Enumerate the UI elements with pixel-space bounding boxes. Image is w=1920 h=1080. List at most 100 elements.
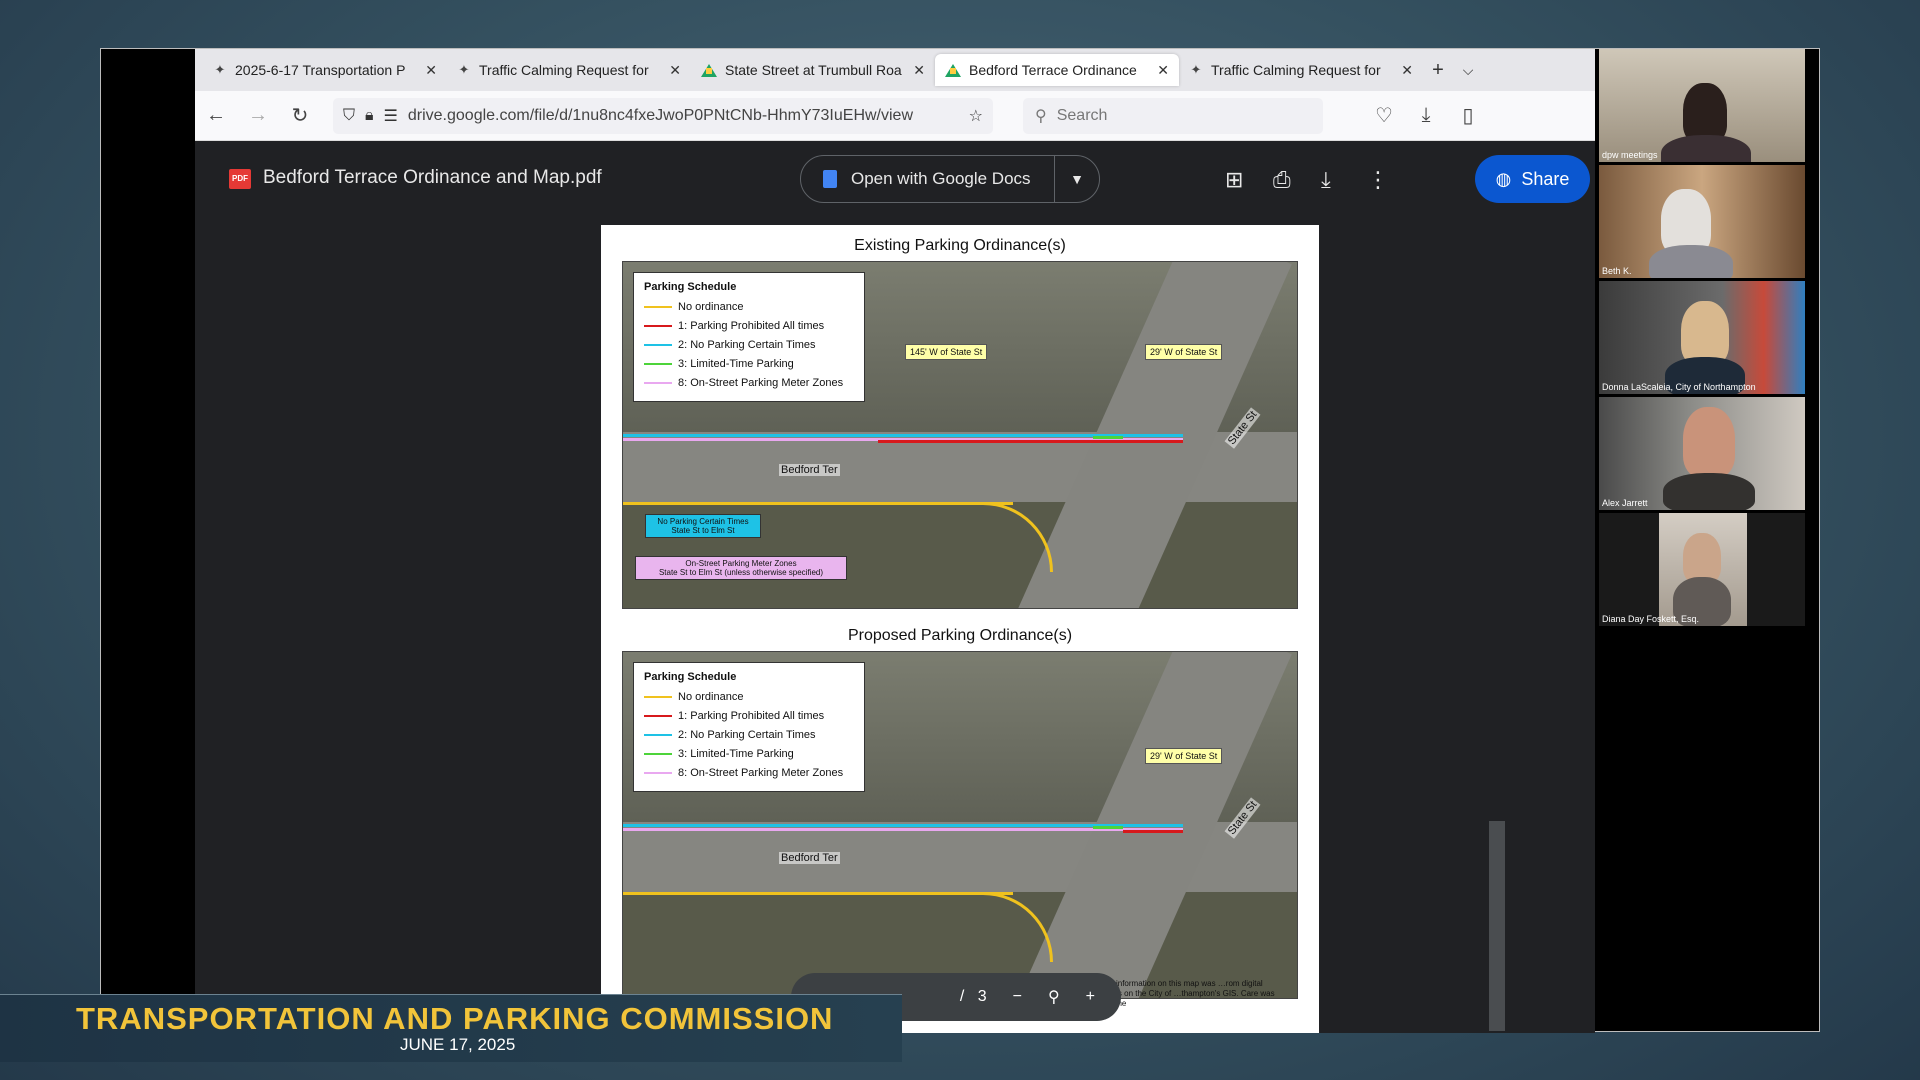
participant-tile[interactable]: Donna LaScaleia, City of Northampton	[1599, 281, 1805, 394]
open-with-google-docs-button[interactable]: Open with Google Docs ▼	[800, 155, 1100, 203]
globe-icon: ◍	[1495, 168, 1512, 189]
share-button[interactable]: ◍ Share	[1475, 155, 1590, 203]
search-input[interactable]: ⚲ Search	[1023, 97, 1323, 134]
legend-label: 1: Parking Prohibited All times	[678, 319, 825, 332]
close-icon[interactable]: ✕	[1401, 62, 1413, 79]
legend-row: 3: Limited-Time Parking	[644, 354, 854, 373]
download-icon[interactable]: ⤓	[1321, 167, 1331, 193]
legend-row: 1: Parking Prohibited All times	[644, 316, 854, 335]
downloads-icon[interactable]: ⤓	[1405, 104, 1447, 127]
print-icon[interactable]: ⎙	[1273, 167, 1291, 193]
back-icon[interactable]: ←	[195, 104, 237, 127]
tab-title: Traffic Calming Request for	[1211, 62, 1381, 78]
proposed-title: Proposed Parking Ordinance(s)	[847, 627, 1073, 644]
bookmark-star-icon[interactable]: ☆	[969, 106, 983, 126]
legend-swatch	[644, 733, 672, 736]
zoom-icon: ✦	[214, 62, 226, 77]
legend-title: Parking Schedule	[644, 671, 737, 683]
participant-name: dpw meetings	[1602, 150, 1658, 160]
add-comment-icon[interactable]: ⊞	[1225, 167, 1243, 193]
participant-tile[interactable]: dpw meetings	[1599, 49, 1805, 162]
existing-map: Parking Schedule No ordinance 1: Parking…	[622, 261, 1298, 609]
zoom-magnifier-icon[interactable]: ⚲	[1048, 987, 1060, 1007]
zoom-icon: ✦	[1190, 62, 1202, 77]
close-icon[interactable]: ✕	[913, 62, 925, 79]
share-label: Share	[1521, 168, 1570, 189]
browser-window: ✦ 2025-6-17 Transportation P ✕ ✦ Traffic…	[195, 49, 1595, 1033]
tab-traffic-calming-1[interactable]: ✦ Traffic Calming Request for ✕	[447, 54, 691, 86]
zoom-in-icon[interactable]: +	[1086, 988, 1095, 1006]
participant-video	[1661, 135, 1751, 162]
pdf-file-icon: PDF	[229, 169, 251, 189]
label-29-w: 29' W of State St	[1145, 344, 1223, 360]
legend-label: No ordinance	[678, 690, 744, 703]
participant-name: Diana Day Foskett, Esq.	[1602, 614, 1700, 624]
participant-name: Beth K.	[1602, 266, 1632, 276]
banner-title: TRANSPORTATION AND PARKING COMMISSION	[76, 1001, 834, 1036]
legend-swatch	[644, 381, 672, 384]
legend-swatch	[644, 305, 672, 308]
parking-schedule-legend: Parking Schedule No ordinance 1: Parking…	[633, 272, 865, 402]
close-icon[interactable]: ✕	[1157, 62, 1169, 79]
tab-title: Traffic Calming Request for	[479, 62, 649, 78]
parking-schedule-legend: Parking Schedule No ordinance 1: Parking…	[633, 662, 865, 792]
legend-row: No ordinance	[644, 687, 854, 706]
open-with-label: Open with Google Docs	[851, 169, 1031, 188]
scrollbar[interactable]	[1489, 821, 1505, 1031]
pocket-icon[interactable]: ♡	[1363, 103, 1405, 128]
zoom-icon: ✦	[458, 62, 470, 77]
existing-title: Existing Parking Ordinance(s)	[854, 237, 1066, 254]
drive-icon	[945, 63, 961, 77]
tab-traffic-calming-2[interactable]: ✦ Traffic Calming Request for ✕	[1179, 54, 1423, 86]
legend-row: No ordinance	[644, 297, 854, 316]
legend-label: 8: On-Street Parking Meter Zones	[678, 766, 844, 779]
legend-label: No ordinance	[678, 300, 744, 313]
zoom-out-icon[interactable]: −	[1013, 988, 1022, 1006]
legend-label: 3: Limited-Time Parking	[678, 747, 794, 760]
legend-label: 2: No Parking Certain Times	[678, 728, 816, 741]
lock-icon[interactable]: 🔒︎	[365, 107, 374, 125]
tab-state-street[interactable]: State Street at Trumbull Roa ✕	[691, 54, 935, 86]
tab-bar: ✦ 2025-6-17 Transportation P ✕ ✦ Traffic…	[195, 49, 1595, 91]
permissions-icon[interactable]: ☰	[384, 106, 398, 126]
tab-transportation-meeting[interactable]: ✦ 2025-6-17 Transportation P ✕	[203, 54, 447, 86]
red-line	[878, 440, 1183, 443]
no-parking-certain-times-box: No Parking Certain Times State St to Elm…	[645, 514, 761, 538]
page-total: 3	[977, 988, 987, 1005]
tab-title: Bedford Terrace Ordinance	[969, 62, 1137, 78]
forward-icon[interactable]: →	[237, 104, 279, 127]
participant-name: Donna LaScaleia, City of Northampton	[1602, 382, 1756, 392]
legend-swatch	[644, 324, 672, 327]
more-options-icon[interactable]: ⋮	[1367, 167, 1389, 193]
participant-tile[interactable]: Beth K.	[1599, 165, 1805, 278]
sidebar-icon[interactable]: ▯	[1447, 103, 1489, 128]
new-tab-button[interactable]: +	[1423, 59, 1453, 82]
reload-icon[interactable]: ↻	[279, 103, 321, 128]
tab-title: State Street at Trumbull Roa	[725, 62, 902, 78]
label-29-w: 29' W of State St	[1145, 748, 1223, 764]
tab-bedford-terrace[interactable]: Bedford Terrace Ordinance ✕	[935, 54, 1179, 86]
participant-name: Alex Jarrett	[1602, 498, 1648, 508]
participant-gallery: dpw meetings Beth K. Donna LaScaleia, Ci…	[1599, 49, 1809, 629]
participant-tile[interactable]: Alex Jarrett	[1599, 397, 1805, 510]
close-icon[interactable]: ✕	[425, 62, 437, 79]
legend-swatch	[644, 695, 672, 698]
page-indicator: / 3	[960, 988, 987, 1006]
drive-icon	[701, 63, 717, 77]
tab-list-chevron-icon[interactable]: ⌵	[1453, 62, 1483, 79]
legend-label: 8: On-Street Parking Meter Zones	[678, 376, 844, 389]
close-icon[interactable]: ✕	[669, 62, 681, 79]
legend-label: 1: Parking Prohibited All times	[678, 709, 825, 722]
legend-swatch	[644, 752, 672, 755]
file-name: Bedford Terrace Ordinance and Map.pdf	[263, 167, 602, 188]
open-with-dropdown-icon[interactable]: ▼	[1055, 171, 1099, 187]
participant-tile[interactable]: Diana Day Foskett, Esq.	[1599, 513, 1805, 626]
participant-video	[1683, 83, 1727, 143]
url-text[interactable]: drive.google.com/file/d/1nu8nc4fxeJwoP0P…	[408, 107, 959, 125]
label-145-w: 145' W of State St	[905, 344, 988, 360]
pdf-document-area[interactable]: Existing Parking Ordinance(s) Parking Sc…	[195, 221, 1595, 1033]
legend-row: 2: No Parking Certain Times	[644, 725, 854, 744]
address-bar[interactable]: ⛉ 🔒︎ ☰ drive.google.com/file/d/1nu8nc4fx…	[333, 97, 993, 134]
legend-label: 2: No Parking Certain Times	[678, 338, 816, 351]
shield-icon[interactable]: ⛉	[343, 107, 355, 125]
